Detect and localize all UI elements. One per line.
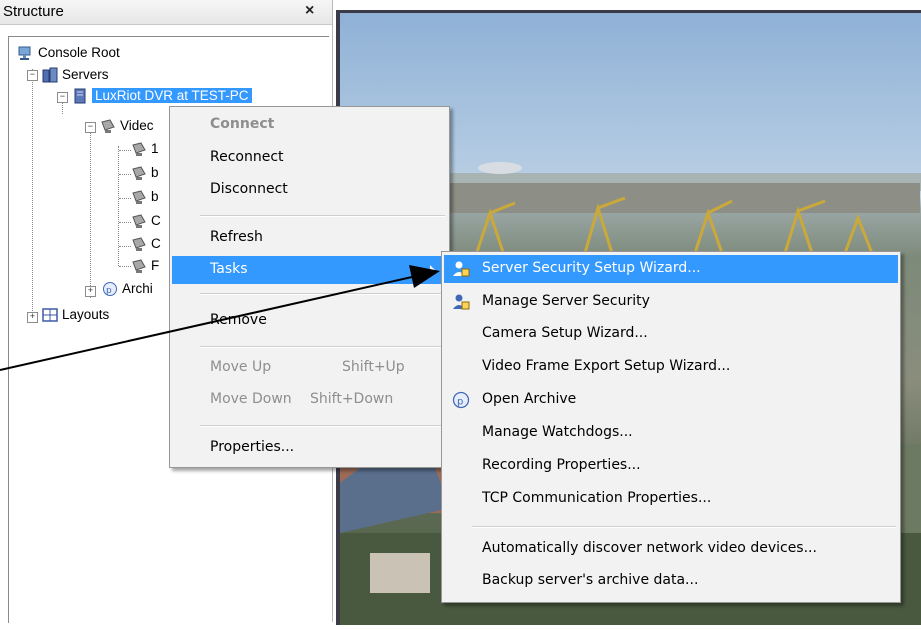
annotation-arrow-line [0,276,413,371]
annotation-arrow-head [409,265,440,288]
annotation-overlay [0,265,440,371]
